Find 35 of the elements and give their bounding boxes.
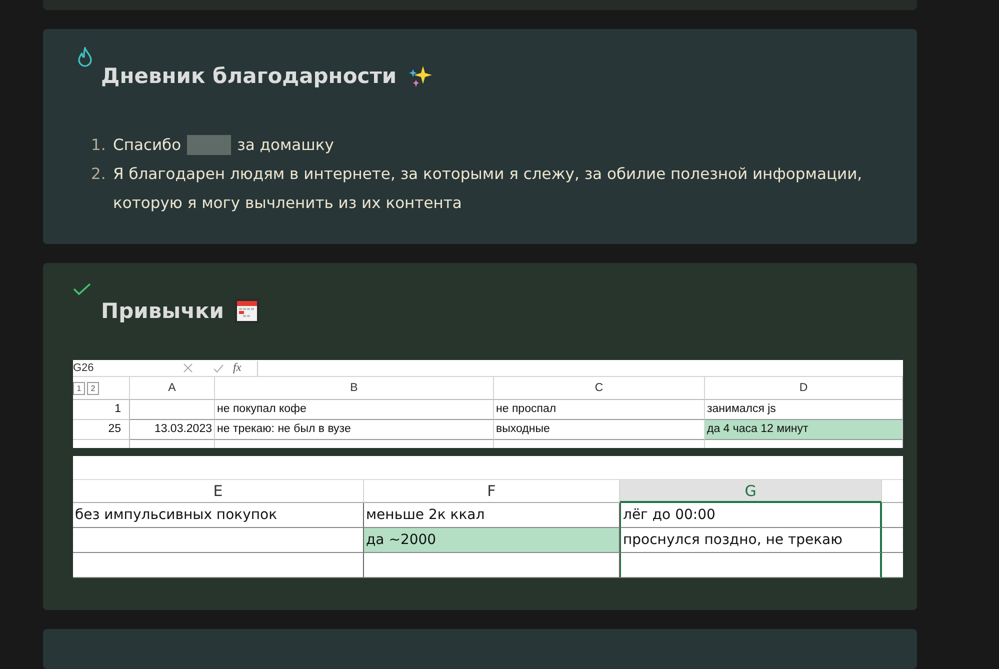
- section-title: Дневник благодарности: [101, 64, 397, 88]
- table-cell: проснулся поздно, не трекаю: [620, 528, 882, 554]
- table-cell: без импульсивных покупок: [73, 503, 364, 528]
- table-cell: не проспал: [494, 400, 705, 420]
- list-number: 2.: [91, 164, 107, 185]
- list-item-text: Я благодарен людям в интернете, за которыми я слежу, за обилие полезной информации, которую я могу вычленить из их контента: [113, 164, 864, 214]
- column-header[interactable]: F: [364, 480, 620, 504]
- row-header[interactable]: 25: [73, 420, 130, 440]
- outline-level-button[interactable]: 1: [73, 382, 85, 395]
- row-header[interactable]: 1: [73, 400, 130, 420]
- section-title: Привычки: [101, 299, 224, 324]
- check-icon[interactable]: [212, 364, 224, 373]
- table-cell: не покупал кофе: [215, 400, 494, 420]
- name-box[interactable]: G26: [73, 362, 173, 374]
- column-header[interactable]: G: [620, 480, 882, 504]
- column-header[interactable]: C: [494, 377, 705, 400]
- column-header[interactable]: B: [215, 377, 494, 400]
- table-cell: да ~2000: [364, 528, 620, 554]
- redacted-block: [187, 135, 232, 156]
- flame-icon: [77, 46, 93, 67]
- table-cell: не трекаю: не был в вузе: [215, 420, 494, 440]
- table-cell: лёг до 00:00: [620, 503, 882, 528]
- check-icon: [73, 283, 91, 296]
- column-header[interactable]: A: [130, 377, 215, 400]
- table-cell: выходные: [494, 420, 705, 440]
- column-header[interactable]: D: [705, 377, 903, 400]
- function-label[interactable]: fx: [233, 362, 257, 374]
- calendar-icon: [234, 298, 260, 324]
- column-header[interactable]: E: [73, 480, 364, 504]
- list-item-text: Спасибо за домашку: [113, 134, 334, 158]
- table-cell: 13.03.2023: [130, 420, 215, 440]
- cancel-icon[interactable]: [183, 363, 193, 374]
- table-cell: да 4 часа 12 минут: [705, 420, 903, 440]
- outline-level-button[interactable]: 2: [87, 382, 99, 395]
- list-number: 1.: [91, 134, 107, 156]
